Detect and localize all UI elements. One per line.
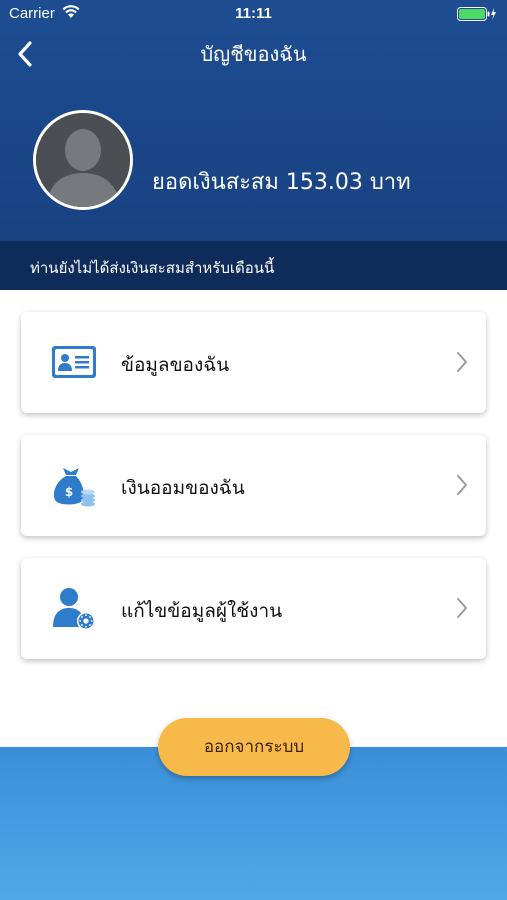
balance-label: ยอดเงินสะสม 153.03 บาท — [152, 170, 411, 195]
clock: 11:11 — [235, 5, 272, 22]
money-bag-icon: $ — [49, 460, 99, 510]
notice-banner: ท่านยังไม่ได้ส่งเงินสะสมสำหรับเดือนนี้ — [0, 241, 507, 290]
menu-item-label: แก้ไขข้อมูลผู้ใช้งาน — [121, 600, 283, 622]
id-card-icon — [49, 337, 99, 387]
menu-item-label: เงินออมของฉัน — [121, 477, 245, 499]
menu-item-edit-user[interactable]: แก้ไขข้อมูลผู้ใช้งาน — [21, 558, 486, 659]
battery-icon — [457, 6, 497, 26]
chevron-right-icon — [454, 473, 470, 497]
navigation-bar: บัญชีของฉัน — [0, 28, 507, 78]
svg-text:$: $ — [65, 485, 73, 499]
user-silhouette-icon — [36, 113, 130, 207]
logout-button[interactable]: ออกจากระบบ — [158, 718, 350, 776]
menu-item-my-savings[interactable]: $ เงินออมของฉัน — [21, 435, 486, 536]
notice-text: ท่านยังไม่ได้ส่งเงินสะสมสำหรับเดือนนี้ — [30, 259, 275, 277]
user-settings-icon — [49, 583, 99, 633]
chevron-right-icon — [454, 350, 470, 374]
menu-item-my-info[interactable]: ข้อมูลของฉัน — [21, 312, 486, 413]
page-title: บัญชีของฉัน — [200, 42, 307, 66]
status-bar: Carrier 11:11 — [0, 0, 507, 28]
header-background: Carrier 11:11 บัญชีของฉัน ยอดเงินสะสม 15… — [0, 0, 507, 290]
chevron-right-icon — [454, 596, 470, 620]
avatar — [33, 110, 133, 210]
menu-item-label: ข้อมูลของฉัน — [121, 354, 230, 376]
